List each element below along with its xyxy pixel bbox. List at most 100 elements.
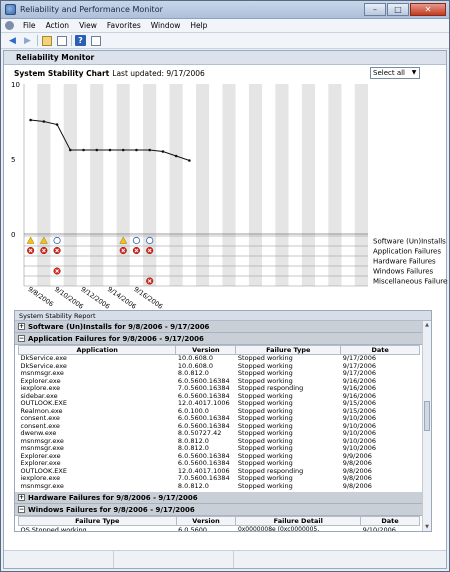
minimize-button[interactable]: – xyxy=(364,3,386,16)
y-tick-label: 5 xyxy=(11,156,15,164)
chart-column-stripe xyxy=(222,84,236,286)
chart-column-stripe xyxy=(90,84,104,286)
application-section[interactable]: − Application Failures for 9/8/2006 - 9/… xyxy=(15,333,431,345)
stability-data-point xyxy=(121,148,125,152)
stability-data-point xyxy=(188,159,191,162)
column-header[interactable]: Date xyxy=(360,516,420,526)
stability-report: System Stability Report + Software (Un)I… xyxy=(14,310,432,532)
properties-icon[interactable] xyxy=(90,35,101,46)
table-row[interactable]: OS Stopped working 6.0.5600 0x0000008e (0x… xyxy=(19,526,420,532)
hardware-section[interactable]: + Hardware Failures for 9/8/2006 - 9/17/… xyxy=(15,492,431,504)
column-header[interactable]: Failure Detail xyxy=(235,516,362,526)
close-button[interactable]: ✕ xyxy=(410,3,446,16)
stability-data-point xyxy=(29,118,32,122)
forward-arrow-icon[interactable]: ▶ xyxy=(22,35,33,46)
maximize-button[interactable]: □ xyxy=(387,3,409,16)
stability-data-point xyxy=(148,148,151,152)
chart-column-stripe xyxy=(301,84,316,286)
menu-window[interactable]: Window xyxy=(146,21,186,30)
x-tick-label: 9/16/2006 xyxy=(132,285,164,309)
menu-view[interactable]: View xyxy=(74,21,102,30)
chart-column-stripe xyxy=(262,84,276,286)
stability-data-point xyxy=(69,148,72,152)
chart-column-stripe xyxy=(50,84,64,286)
last-updated: Last updated: 9/17/2006 xyxy=(112,68,205,78)
column-header[interactable]: Version xyxy=(175,516,237,526)
menu-favorites[interactable]: Favorites xyxy=(102,21,146,30)
app-icon xyxy=(5,4,16,15)
table-cell: msnmsgr.exe xyxy=(20,481,64,490)
table-cell: 9/8/2006 xyxy=(342,481,372,490)
chart-column-stripe xyxy=(129,84,144,286)
chart-column-stripe xyxy=(235,84,249,286)
chart-title: System Stability Chart xyxy=(14,68,110,78)
toolbar-separator-2 xyxy=(71,35,72,46)
chart-column-stripe xyxy=(328,84,342,286)
toolbar: ◀ ▶ ? xyxy=(1,33,449,49)
event-category-label: Windows Failures xyxy=(373,268,434,276)
table-cell: 8.0.812.0 xyxy=(177,481,209,490)
console-tree-icon[interactable] xyxy=(56,35,67,46)
collapse-icon[interactable]: − xyxy=(18,506,25,513)
scroll-up-icon[interactable]: ▲ xyxy=(423,321,431,329)
event-category-label: Application Failures xyxy=(373,248,441,256)
chevron-down-icon: ▼ xyxy=(411,69,417,76)
application-section-label: Application Failures for 9/8/2006 - 9/17… xyxy=(28,334,204,343)
event-category-label: Software (Un)Installs xyxy=(373,238,446,246)
chart-column-stripe xyxy=(275,84,289,286)
collapse-icon[interactable]: − xyxy=(18,335,25,342)
chart-column-stripe xyxy=(248,84,263,286)
menu-bar: File Action View Favorites Window Help xyxy=(1,19,449,33)
status-segment xyxy=(4,551,114,568)
chart-column-stripe xyxy=(37,84,51,286)
chart-column-stripe xyxy=(24,84,38,286)
info-icon xyxy=(132,236,141,245)
chart-header: System Stability Chart Last updated: 9/1… xyxy=(4,65,446,81)
scroll-down-icon[interactable]: ▼ xyxy=(423,523,431,531)
scroll-thumb[interactable] xyxy=(424,401,430,431)
stability-data-point xyxy=(82,148,85,152)
title-bar: Reliability and Performance Monitor – □ … xyxy=(1,1,449,19)
stability-data-point xyxy=(174,154,178,158)
back-arrow-icon[interactable]: ◀ xyxy=(7,35,18,46)
main-pane: Reliability Monitor System Stability Cha… xyxy=(3,50,448,569)
help-icon[interactable]: ? xyxy=(75,35,86,46)
y-tick-label: 10 xyxy=(11,81,20,89)
column-header[interactable]: Failure Type xyxy=(18,516,177,526)
menu-help[interactable]: Help xyxy=(185,21,212,30)
stability-data-point xyxy=(108,148,112,152)
software-section[interactable]: + Software (Un)Installs for 9/8/2006 - 9… xyxy=(15,321,431,333)
expand-icon[interactable]: + xyxy=(18,494,25,501)
status-bar xyxy=(4,550,446,568)
chart-column-stripe xyxy=(341,84,355,286)
stability-data-point xyxy=(135,148,138,152)
expand-icon[interactable]: + xyxy=(18,323,25,330)
table-cell: 9/10/2006 xyxy=(362,526,396,532)
application-table: Application Version Failure Type Date Dk… xyxy=(17,345,420,491)
menu-action[interactable]: Action xyxy=(41,21,75,30)
page-title: Reliability Monitor xyxy=(4,51,446,65)
console-icon[interactable] xyxy=(5,21,14,30)
report-scrollbar[interactable]: ▲ ▼ xyxy=(422,321,431,531)
windows-section[interactable]: − Windows Failures for 9/8/2006 - 9/17/2… xyxy=(15,504,431,516)
stability-data-point xyxy=(42,120,46,123)
y-tick-label: 0 xyxy=(11,231,15,239)
menu-file[interactable]: File xyxy=(18,21,41,30)
up-folder-icon[interactable] xyxy=(41,35,52,46)
stability-data-point xyxy=(161,150,165,153)
chart-column-stripe xyxy=(156,84,170,286)
info-icon xyxy=(146,236,154,245)
chart-column-stripe xyxy=(196,84,210,286)
stability-chart[interactable]: 10 5 0 Software (Un)Installs Application Fai… xyxy=(4,81,448,309)
date-select-value: Select all xyxy=(373,69,405,77)
chart-column-stripe xyxy=(116,84,130,286)
table-cell: 6.0.5600 xyxy=(178,526,208,532)
status-segment xyxy=(114,551,234,568)
window-controls: – □ ✕ xyxy=(363,3,446,16)
stability-data-point xyxy=(55,123,59,126)
date-select[interactable]: Select all ▼ xyxy=(370,67,420,79)
software-section-label: Software (Un)Installs for 9/8/2006 - 9/1… xyxy=(28,322,210,331)
info-icon xyxy=(53,236,61,245)
chart-column-stripe xyxy=(63,84,77,286)
table-row[interactable]: msnmsgr.exe 8.0.812.0 Stopped working 9/8/2… xyxy=(19,481,420,491)
